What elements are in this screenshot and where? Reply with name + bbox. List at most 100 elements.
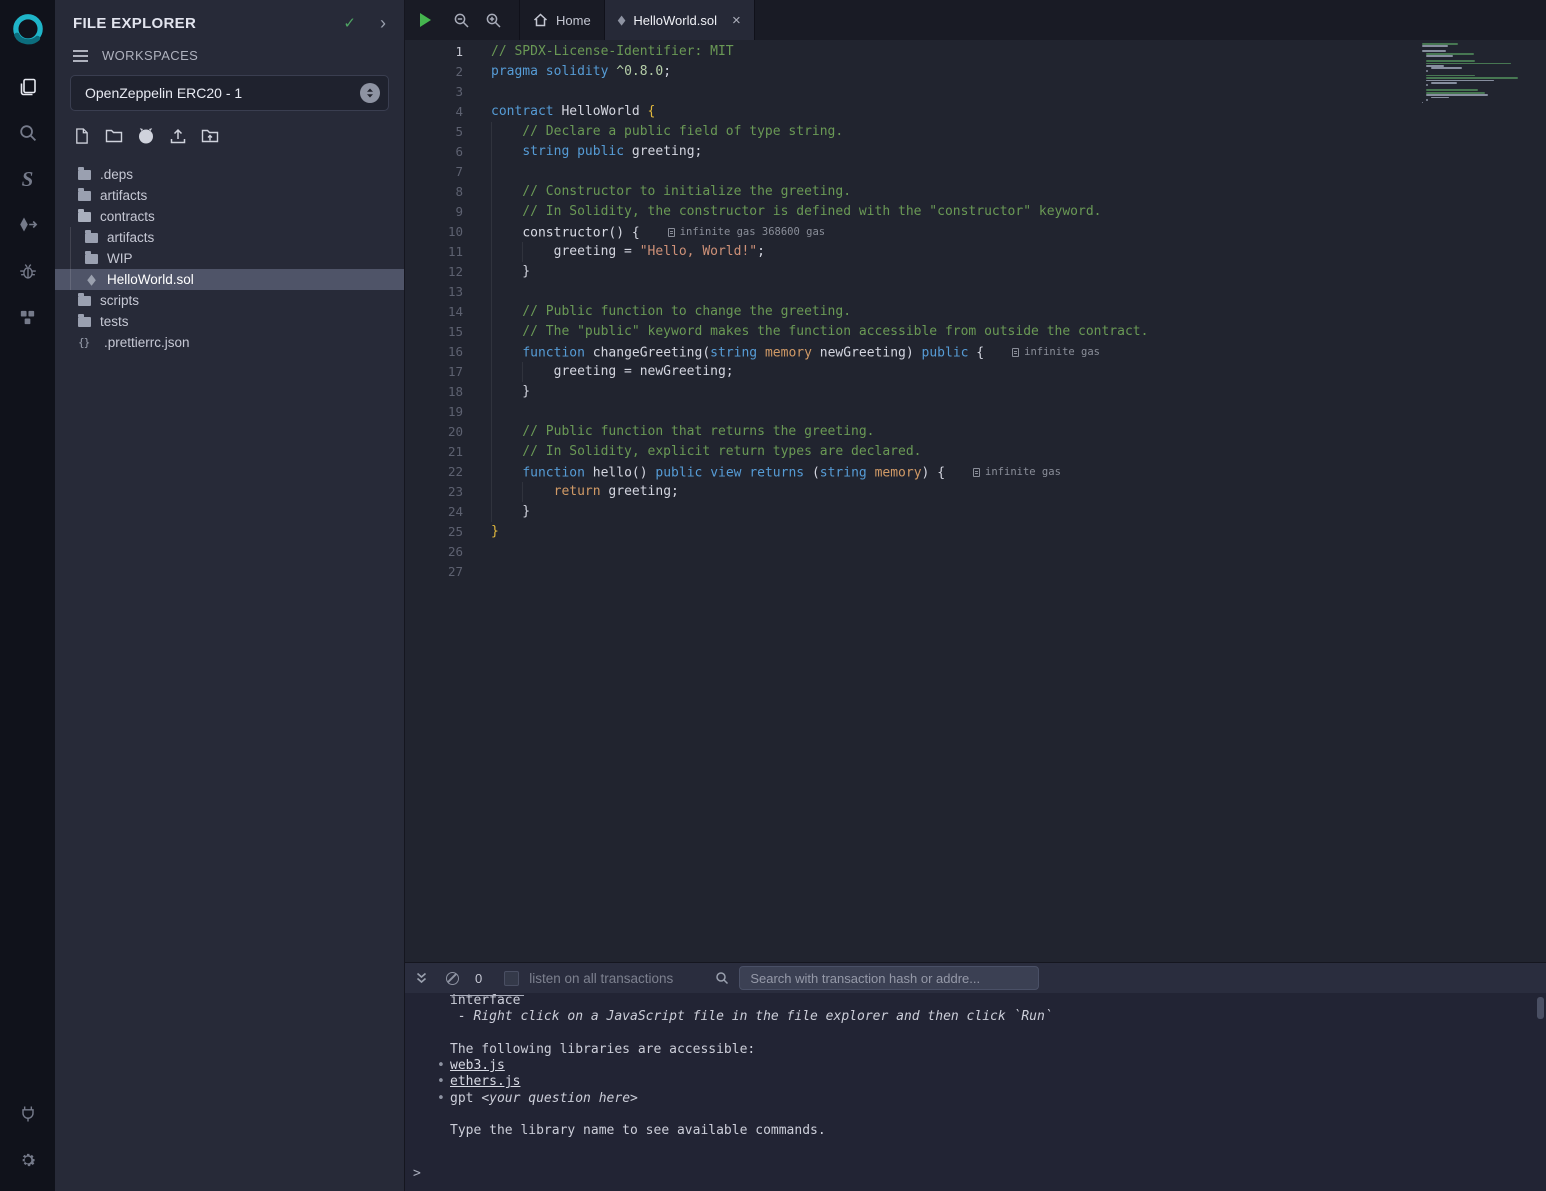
code-line[interactable]: 19 [405,402,1546,422]
code-line[interactable]: 23 return greeting; [405,482,1546,502]
line-number[interactable]: 10 [405,222,463,242]
tree-item-contracts[interactable]: contracts [55,206,404,227]
github-gist-icon[interactable] [135,125,156,146]
terminal-scrollbar[interactable] [1537,997,1544,1019]
terminal-prompt[interactable]: > [413,1166,1546,1181]
run-script-button[interactable] [405,0,445,40]
code-line[interactable]: 16 function changeGreeting(string memory… [405,342,1546,362]
line-number[interactable]: 17 [405,362,463,382]
code-line[interactable]: 17 greeting = newGreeting; [405,362,1546,382]
code-line[interactable]: 12 } [405,262,1546,282]
gas-estimate-lens[interactable]: infinite gas 368600 gas [668,222,825,242]
tree-item-tests[interactable]: tests [55,311,404,332]
terminal-link[interactable]: ethers.js [450,1074,520,1089]
tree-item-artifacts[interactable]: artifacts [55,227,404,248]
upload-folder-icon[interactable] [199,125,220,146]
gas-estimate-lens[interactable]: infinite gas [973,462,1061,482]
line-number[interactable]: 11 [405,242,463,262]
deploy-run-icon[interactable] [0,202,55,248]
workspace-select[interactable]: OpenZeppelin ERC20 - 1 [70,75,389,111]
gas-estimate-lens[interactable]: infinite gas [1012,342,1100,362]
line-number[interactable]: 6 [405,142,463,162]
code-line[interactable]: 3 [405,82,1546,102]
zoom-out-icon[interactable] [445,0,477,40]
line-number[interactable]: 22 [405,462,463,482]
line-number[interactable]: 1 [405,42,463,62]
line-number[interactable]: 9 [405,202,463,222]
code-line[interactable]: 20 // Public function that returns the g… [405,422,1546,442]
line-number[interactable]: 5 [405,122,463,142]
code-line[interactable]: 26 [405,542,1546,562]
file-explorer-icon[interactable] [0,64,55,110]
line-number[interactable]: 15 [405,322,463,342]
line-number[interactable]: 23 [405,482,463,502]
code-line[interactable]: 11 greeting = "Hello, World!"; [405,242,1546,262]
tree-item--prettierrc-json[interactable]: {}.prettierrc.json [55,332,404,353]
code-line[interactable]: 5 // Declare a public field of type stri… [405,122,1546,142]
line-number[interactable]: 13 [405,282,463,302]
code-line[interactable]: 9 // In Solidity, the constructor is def… [405,202,1546,222]
line-number[interactable]: 12 [405,262,463,282]
zoom-in-icon[interactable] [477,0,509,40]
code-line[interactable]: 10 constructor() {infinite gas 368600 ga… [405,222,1546,242]
listen-transactions-checkbox[interactable] [504,971,519,986]
line-number[interactable]: 4 [405,102,463,122]
tree-item-helloworld-sol[interactable]: ◆HelloWorld.sol [55,269,404,290]
line-number[interactable]: 25 [405,522,463,542]
chevron-right-icon[interactable]: › [380,14,386,32]
code-line[interactable]: 21 // In Solidity, explicit return types… [405,442,1546,462]
settings-gear-icon[interactable] [0,1137,55,1183]
line-number[interactable]: 27 [405,562,463,582]
code-line[interactable]: 1// SPDX-License-Identifier: MIT [405,42,1546,62]
tree-item-wip[interactable]: WIP [55,248,404,269]
tree-item-artifacts[interactable]: artifacts [55,185,404,206]
code-line[interactable]: 2pragma solidity ^0.8.0; [405,62,1546,82]
tree-item-scripts[interactable]: scripts [55,290,404,311]
code-line[interactable]: 27 [405,562,1546,582]
line-number[interactable]: 7 [405,162,463,182]
code-line[interactable]: 7 [405,162,1546,182]
workspace-dropdown-icon[interactable] [360,83,380,103]
line-number[interactable]: 2 [405,62,463,82]
solidity-compiler-icon[interactable]: S [0,156,55,202]
code-line[interactable]: 18 } [405,382,1546,402]
line-number[interactable]: 24 [405,502,463,522]
line-number[interactable]: 16 [405,342,463,362]
code-line[interactable]: 22 function hello() public view returns … [405,462,1546,482]
terminal-search-input[interactable] [739,966,1039,990]
new-folder-icon[interactable] [103,125,124,146]
tab-helloworld-sol[interactable]: ◆ HelloWorld.sol × [605,0,755,40]
line-number[interactable]: 8 [405,182,463,202]
code-line[interactable]: 13 [405,282,1546,302]
new-file-icon[interactable] [71,125,92,146]
code-line[interactable]: 14 // Public function to change the gree… [405,302,1546,322]
plugin-manager-icon[interactable] [0,1091,55,1137]
line-number[interactable]: 19 [405,402,463,422]
code-line[interactable]: 8 // Constructor to initialize the greet… [405,182,1546,202]
code-editor[interactable]: 1// SPDX-License-Identifier: MIT2pragma … [405,40,1546,962]
plugin-icon[interactable] [0,294,55,340]
line-number[interactable]: 18 [405,382,463,402]
line-number[interactable]: 20 [405,422,463,442]
toggle-terminal-icon[interactable] [415,972,428,984]
code-line[interactable]: 25} [405,522,1546,542]
close-tab-icon[interactable]: × [732,13,741,28]
search-icon[interactable] [0,110,55,156]
code-line[interactable]: 15 // The "public" keyword makes the fun… [405,322,1546,342]
remix-logo-icon[interactable] [9,12,47,50]
line-number[interactable]: 3 [405,82,463,102]
tree-item--deps[interactable]: .deps [55,164,404,185]
check-icon[interactable]: ✓ [343,14,356,32]
hamburger-menu-icon[interactable] [73,55,88,57]
code-line[interactable]: 4contract HelloWorld { [405,102,1546,122]
code-line[interactable]: 24 } [405,502,1546,522]
line-number[interactable]: 26 [405,542,463,562]
terminal-link[interactable]: web3.js [450,1058,505,1073]
tab-home[interactable]: Home [519,0,605,40]
debugger-icon[interactable] [0,248,55,294]
line-number[interactable]: 14 [405,302,463,322]
minimap[interactable] [1422,43,1540,109]
code-line[interactable]: 6 string public greeting; [405,142,1546,162]
upload-file-icon[interactable] [167,125,188,146]
clear-console-icon[interactable] [446,972,459,985]
